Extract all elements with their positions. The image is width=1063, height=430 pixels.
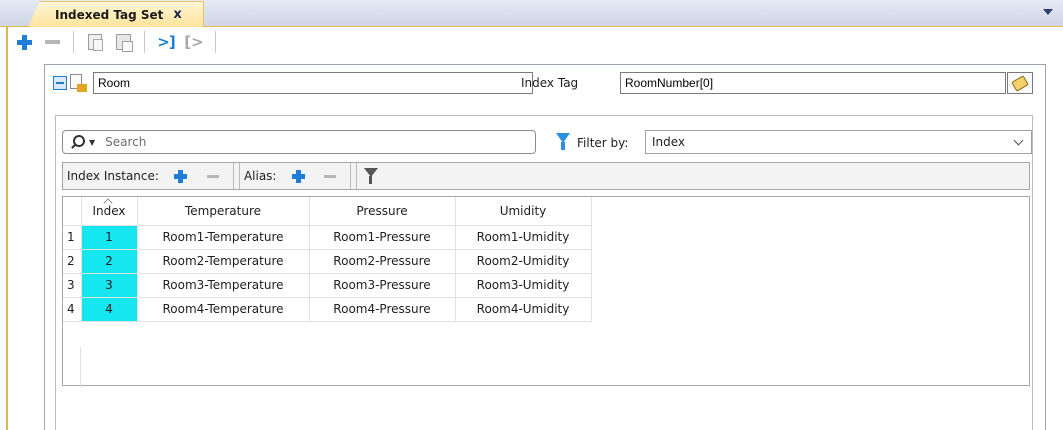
index-table: Index Temperature Pressure Umidity 1 1 R… xyxy=(63,197,592,322)
column-header-umidity[interactable]: Umidity xyxy=(455,197,592,226)
filter-select[interactable]: Index xyxy=(645,130,1032,154)
index-tag-label: Index Tag xyxy=(521,76,579,90)
filter-label: Filter by: xyxy=(577,136,629,150)
column-header-pressure[interactable]: Pressure xyxy=(309,197,456,226)
temperature-cell[interactable]: Room1-Temperature xyxy=(137,225,310,250)
filter-icon xyxy=(556,133,570,151)
import-button[interactable]: >] xyxy=(156,31,176,53)
add-index-instance-button[interactable] xyxy=(171,165,191,187)
index-cell[interactable]: 2 xyxy=(81,249,138,274)
index-instance-segment: Index Instance: xyxy=(63,163,234,189)
filter-selected-value: Index xyxy=(652,135,686,149)
index-cell[interactable]: 1 xyxy=(81,225,138,250)
minus-icon xyxy=(324,174,337,178)
tab-indexed-tag-set[interactable]: Indexed Tag Set x xyxy=(28,1,204,27)
toolbar: >] [> xyxy=(14,28,219,56)
pressure-cell[interactable]: Room4-Pressure xyxy=(309,297,456,322)
paste-icon xyxy=(115,34,133,52)
toolbar-separator xyxy=(215,31,216,53)
alias-segment: Alias: xyxy=(240,163,352,189)
add-alias-button[interactable] xyxy=(288,165,308,187)
table-row[interactable]: 2 2 Room2-Temperature Room2-Pressure Roo… xyxy=(63,249,592,274)
remove-alias-button[interactable] xyxy=(320,165,340,187)
alias-label: Alias: xyxy=(243,169,277,183)
tab-title: Indexed Tag Set xyxy=(55,7,164,22)
index-instance-label: Index Instance: xyxy=(67,169,159,183)
minus-icon xyxy=(44,40,60,44)
import-icon: >] xyxy=(157,33,175,51)
index-tag-picker-button[interactable] xyxy=(1007,72,1033,94)
set-name-input[interactable] xyxy=(93,72,533,94)
table-row[interactable]: 1 1 Room1-Temperature Room1-Pressure Roo… xyxy=(63,225,592,250)
document-tab-strip: Indexed Tag Set x xyxy=(0,0,1063,27)
copy-icon xyxy=(88,34,103,51)
temperature-cell[interactable]: Room4-Temperature xyxy=(137,297,310,322)
search-icon[interactable] xyxy=(71,135,85,149)
index-tag-input[interactable] xyxy=(620,72,1006,94)
close-tab-icon[interactable]: x xyxy=(173,8,181,21)
row-number: 1 xyxy=(63,225,82,250)
pressure-cell[interactable]: Room3-Pressure xyxy=(309,273,456,298)
row-number-gutter xyxy=(63,347,81,387)
umidity-cell[interactable]: Room2-Umidity xyxy=(455,249,592,274)
indexed-tag-set-editor: Index Tag ▼ Search Filter by: Index Inde… xyxy=(44,64,1046,430)
chevron-down-icon xyxy=(1013,135,1024,146)
export-icon: [> xyxy=(184,33,204,51)
tab-list-dropdown-icon[interactable] xyxy=(1043,9,1053,15)
plus-icon xyxy=(291,169,305,183)
paste-button[interactable] xyxy=(113,31,133,53)
toolbar-separator xyxy=(73,31,74,53)
index-grid: Index Temperature Pressure Umidity 1 1 R… xyxy=(62,196,1030,387)
row-number: 3 xyxy=(63,273,82,298)
index-cell[interactable]: 3 xyxy=(81,273,138,298)
tag-set-icon xyxy=(53,76,67,90)
search-placeholder: Search xyxy=(105,135,147,149)
index-cell[interactable]: 4 xyxy=(81,297,138,322)
table-row[interactable]: 3 3 Room3-Temperature Room3-Pressure Roo… xyxy=(63,273,592,298)
tag-page-icon xyxy=(69,74,87,92)
table-header-row: Index Temperature Pressure Umidity xyxy=(63,197,592,226)
row-number: 4 xyxy=(63,297,82,322)
column-header-index[interactable]: Index xyxy=(81,197,138,226)
umidity-cell[interactable]: Room1-Umidity xyxy=(455,225,592,250)
pressure-cell[interactable]: Room2-Pressure xyxy=(309,249,456,274)
copy-button[interactable] xyxy=(85,31,105,53)
toolbar-separator xyxy=(144,31,145,53)
umidity-cell[interactable]: Room4-Umidity xyxy=(455,297,592,322)
column-header-temperature[interactable]: Temperature xyxy=(137,197,310,226)
minus-icon xyxy=(206,174,219,178)
instance-toolbar: Index Instance: Alias: xyxy=(62,162,1030,190)
clear-filter-segment xyxy=(357,163,391,189)
table-row[interactable]: 4 4 Room4-Temperature Room4-Pressure Roo… xyxy=(63,297,592,322)
chevron-down-icon[interactable]: ▼ xyxy=(89,138,95,147)
tag-picker-icon xyxy=(1011,74,1029,92)
index-instances-group: ▼ Search Filter by: Index Index Instance… xyxy=(55,115,1033,430)
temperature-cell[interactable]: Room3-Temperature xyxy=(137,273,310,298)
clear-filter-button[interactable] xyxy=(361,165,381,187)
search-box[interactable]: ▼ Search xyxy=(62,130,536,154)
row-number-header xyxy=(63,197,82,226)
remove-index-instance-button[interactable] xyxy=(203,165,223,187)
export-button[interactable]: [> xyxy=(184,31,204,53)
plus-icon xyxy=(174,169,188,183)
plus-icon xyxy=(16,34,32,50)
add-button[interactable] xyxy=(14,31,34,53)
clear-filter-icon xyxy=(364,168,379,184)
row-number: 2 xyxy=(63,249,82,274)
remove-button[interactable] xyxy=(42,31,62,53)
temperature-cell[interactable]: Room2-Temperature xyxy=(137,249,310,274)
set-icons xyxy=(53,74,87,92)
umidity-cell[interactable]: Room3-Umidity xyxy=(455,273,592,298)
pressure-cell[interactable]: Room1-Pressure xyxy=(309,225,456,250)
